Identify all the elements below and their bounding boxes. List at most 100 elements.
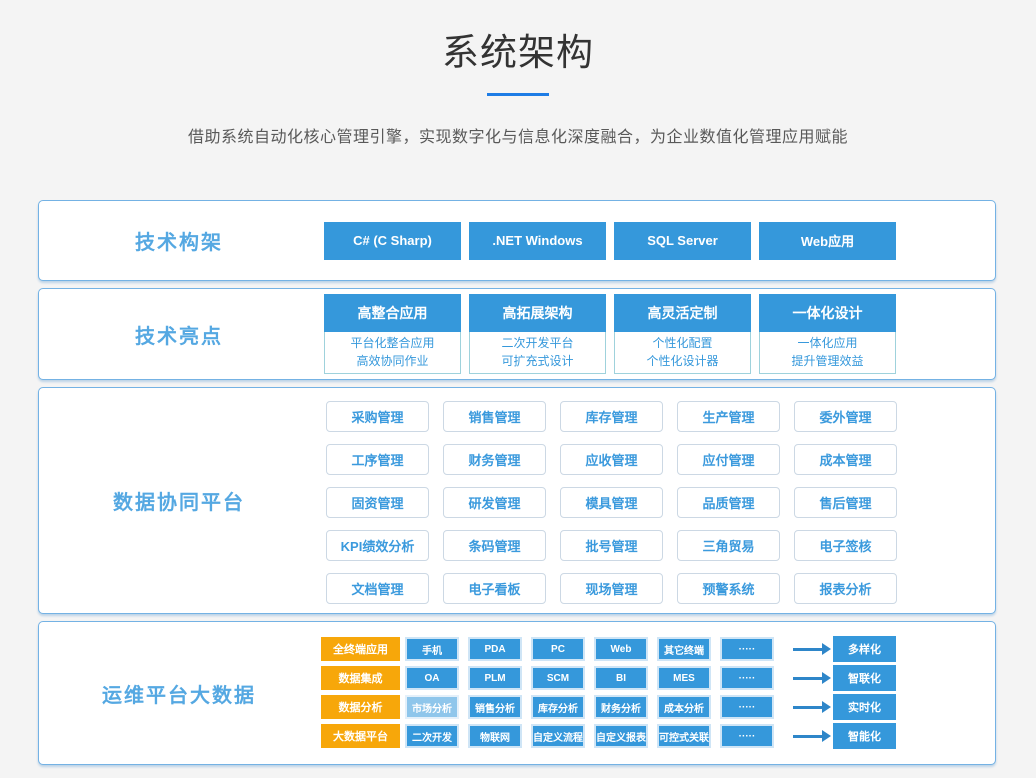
arrow-right-icon (793, 648, 823, 651)
highlight-card-body: 二次开发平台 可扩充式设计 (469, 332, 606, 374)
bigdata-row-integration: 数据集成 OA PLM SCM BI MES ····· 智联化 (321, 666, 995, 690)
system-architecture-page: 系统架构 借助系统自动化核心管理引擎，实现数字化与信息化深度融合，为企业数值化管… (0, 0, 1036, 778)
page-title: 系统架构 (0, 0, 1036, 76)
bigdata-item[interactable]: 市场分析 (405, 695, 459, 719)
bigdata-category[interactable]: 全终端应用 (321, 637, 400, 661)
module-button[interactable]: 采购管理 (326, 401, 429, 432)
highlight-card-body: 平台化整合应用 高效协同作业 (324, 332, 461, 374)
highlight-card-integration: 高整合应用 平台化整合应用 高效协同作业 (324, 294, 461, 374)
data-platform-label: 数据协同平台 (113, 486, 245, 515)
bigdata-item[interactable]: 库存分析 (531, 695, 585, 719)
bigdata-row-platform: 大数据平台 二次开发 物联网 自定义流程 自定义报表 可控式关联 ····· 智… (321, 724, 995, 748)
highlight-line: 一体化应用 (760, 334, 895, 352)
title-underline (487, 93, 549, 96)
highlight-card-title: 高灵活定制 (614, 294, 751, 332)
highlight-card-title: 一体化设计 (759, 294, 896, 332)
module-button[interactable]: KPI绩效分析 (326, 530, 429, 561)
module-button[interactable]: 销售管理 (443, 401, 546, 432)
bigdata-item[interactable]: 成本分析 (657, 695, 711, 719)
module-button[interactable]: 现场管理 (560, 573, 663, 604)
bigdata-rows: 全终端应用 手机 PDA PC Web 其它终端 ····· 多样化 数据集成 … (319, 622, 995, 764)
module-button[interactable]: 电子签核 (794, 530, 897, 561)
tech-item-web[interactable]: Web应用 (759, 222, 896, 260)
bigdata-item[interactable]: 销售分析 (468, 695, 522, 719)
highlights-content: 高整合应用 平台化整合应用 高效协同作业 高拓展架构 二次开发平台 可扩充式设计… (319, 289, 995, 379)
highlight-card-body: 一体化应用 提升管理效益 (759, 332, 896, 374)
bigdata-item[interactable]: 二次开发 (405, 724, 459, 748)
bigdata-item[interactable]: OA (405, 666, 459, 690)
module-button[interactable]: 售后管理 (794, 487, 897, 518)
bigdata-category[interactable]: 数据分析 (321, 695, 400, 719)
highlight-card-allinone: 一体化设计 一体化应用 提升管理效益 (759, 294, 896, 374)
module-button[interactable]: 生产管理 (677, 401, 780, 432)
bigdata-item[interactable]: SCM (531, 666, 585, 690)
bigdata-result[interactable]: 智能化 (833, 723, 896, 749)
highlights-label: 技术亮点 (135, 320, 223, 349)
highlight-line: 高效协同作业 (325, 352, 460, 370)
bigdata-category[interactable]: 数据集成 (321, 666, 400, 690)
bigdata-item[interactable]: 手机 (405, 637, 459, 661)
highlight-card-flexibility: 高灵活定制 个性化配置 个性化设计器 (614, 294, 751, 374)
highlight-line: 个性化配置 (615, 334, 750, 352)
bigdata-item-more[interactable]: ····· (720, 637, 774, 661)
module-button[interactable]: 应付管理 (677, 444, 780, 475)
module-button[interactable]: 固资管理 (326, 487, 429, 518)
module-button[interactable]: 库存管理 (560, 401, 663, 432)
bigdata-item[interactable]: 自定义报表 (594, 724, 648, 748)
highlight-line: 平台化整合应用 (325, 334, 460, 352)
tech-item-dotnet[interactable]: .NET Windows (469, 222, 606, 260)
tech-item-csharp[interactable]: C# (C Sharp) (324, 222, 461, 260)
module-button[interactable]: 工序管理 (326, 444, 429, 475)
module-button[interactable]: 应收管理 (560, 444, 663, 475)
module-button[interactable]: 文档管理 (326, 573, 429, 604)
module-button[interactable]: 电子看板 (443, 573, 546, 604)
bigdata-label: 运维平台大数据 (102, 679, 256, 708)
module-button[interactable]: 条码管理 (443, 530, 546, 561)
bigdata-item[interactable]: MES (657, 666, 711, 690)
bigdata-item[interactable]: 其它终端 (657, 637, 711, 661)
tech-stack-label-col: 技术构架 (39, 201, 319, 280)
arrow-right-icon (793, 735, 823, 738)
module-button[interactable]: 财务管理 (443, 444, 546, 475)
bigdata-item-more[interactable]: ····· (720, 666, 774, 690)
panel-bigdata: 运维平台大数据 全终端应用 手机 PDA PC Web 其它终端 ····· 多… (38, 621, 996, 765)
panel-highlights: 技术亮点 高整合应用 平台化整合应用 高效协同作业 高拓展架构 二次开发平台 可… (38, 288, 996, 380)
bigdata-item[interactable]: 物联网 (468, 724, 522, 748)
bigdata-category[interactable]: 大数据平台 (321, 724, 400, 748)
tech-stack-content: C# (C Sharp) .NET Windows SQL Server Web… (319, 201, 995, 280)
tech-item-sqlserver[interactable]: SQL Server (614, 222, 751, 260)
highlight-card-body: 个性化配置 个性化设计器 (614, 332, 751, 374)
module-button[interactable]: 品质管理 (677, 487, 780, 518)
bigdata-result[interactable]: 多样化 (833, 636, 896, 662)
tech-stack-label: 技术构架 (135, 226, 223, 255)
module-button[interactable]: 模具管理 (560, 487, 663, 518)
module-button[interactable]: 预警系统 (677, 573, 780, 604)
highlight-line: 提升管理效益 (760, 352, 895, 370)
module-button[interactable]: 批号管理 (560, 530, 663, 561)
bigdata-item[interactable]: PC (531, 637, 585, 661)
arrow-right-icon (793, 706, 823, 709)
bigdata-result[interactable]: 智联化 (833, 665, 896, 691)
bigdata-item-more[interactable]: ····· (720, 695, 774, 719)
bigdata-item[interactable]: 可控式关联 (657, 724, 711, 748)
highlight-card-extensibility: 高拓展架构 二次开发平台 可扩充式设计 (469, 294, 606, 374)
module-button[interactable]: 三角贸易 (677, 530, 780, 561)
module-button[interactable]: 委外管理 (794, 401, 897, 432)
bigdata-item[interactable]: Web (594, 637, 648, 661)
bigdata-item[interactable]: 财务分析 (594, 695, 648, 719)
page-subtitle: 借助系统自动化核心管理引擎，实现数字化与信息化深度融合，为企业数值化管理应用赋能 (0, 123, 1036, 147)
module-button[interactable]: 报表分析 (794, 573, 897, 604)
module-button[interactable]: 成本管理 (794, 444, 897, 475)
panel-data-platform: 数据协同平台 采购管理 销售管理 库存管理 生产管理 委外管理 工序管理 财务管… (38, 387, 996, 614)
highlight-line: 个性化设计器 (615, 352, 750, 370)
highlights-label-col: 技术亮点 (39, 289, 319, 379)
module-button[interactable]: 研发管理 (443, 487, 546, 518)
bigdata-item[interactable]: PDA (468, 637, 522, 661)
bigdata-result[interactable]: 实时化 (833, 694, 896, 720)
bigdata-item[interactable]: 自定义流程 (531, 724, 585, 748)
bigdata-item[interactable]: PLM (468, 666, 522, 690)
bigdata-item-more[interactable]: ····· (720, 724, 774, 748)
bigdata-row-terminals: 全终端应用 手机 PDA PC Web 其它终端 ····· 多样化 (321, 637, 995, 661)
highlight-card-title: 高拓展架构 (469, 294, 606, 332)
bigdata-item[interactable]: BI (594, 666, 648, 690)
